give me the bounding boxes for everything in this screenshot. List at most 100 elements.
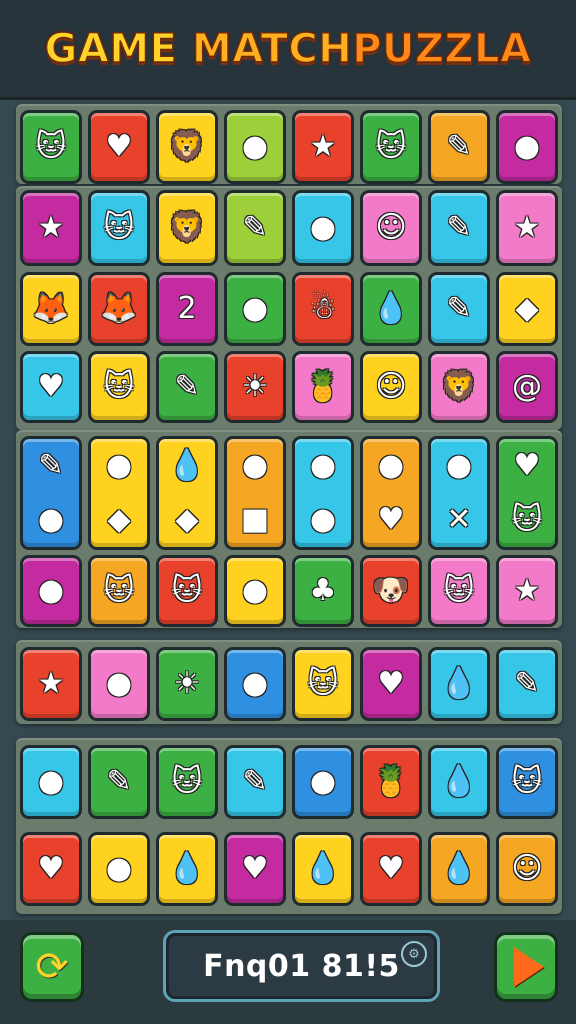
star-face-icon: ★ (513, 573, 541, 608)
game-tile[interactable]: 💧 (292, 832, 354, 906)
game-tile[interactable]: ✎ (224, 745, 286, 819)
game-tile[interactable]: ♥ (20, 832, 82, 906)
game-tile[interactable]: ● (88, 647, 150, 721)
cat-face-icon: 🐱 (35, 129, 67, 164)
game-tile[interactable]: 🐱 (20, 110, 82, 184)
game-tile[interactable]: ● ■ (224, 436, 286, 550)
game-tile[interactable]: ☺ (360, 351, 422, 423)
game-tile[interactable]: ☺ (360, 190, 422, 266)
game-tile[interactable]: 💧 (428, 745, 490, 819)
game-tile[interactable]: ● (88, 832, 150, 906)
lollipop-and-cube-icon-secondary: ■ (240, 502, 270, 537)
game-tile[interactable]: 💧 (428, 647, 490, 721)
game-tile[interactable]: ☀ (156, 647, 218, 721)
game-tile[interactable]: 🐱 (88, 555, 150, 627)
game-tile[interactable]: 🦁 (428, 351, 490, 423)
face-with-hat-icon: ☺ (375, 210, 407, 245)
game-tile[interactable]: ● (292, 190, 354, 266)
star-face-icon: ★ (309, 129, 337, 164)
blue-blob-icon: ● (105, 666, 133, 701)
game-tile[interactable]: ★ (496, 190, 558, 266)
game-tile[interactable]: ● (224, 110, 286, 184)
pink-cat-icon: 🐱 (171, 764, 203, 799)
game-tile[interactable]: ● (20, 745, 82, 819)
game-tile[interactable]: ● (20, 555, 82, 627)
game-tile[interactable]: ● ● (292, 436, 354, 550)
game-tile[interactable]: ✎ ● (20, 436, 82, 550)
game-tile[interactable]: ♥ (224, 832, 286, 906)
lollipop-and-heart-icon-secondary: ♥ (377, 502, 405, 537)
game-tile[interactable]: ☀ (224, 351, 286, 423)
pencil-icon: ✎ (446, 210, 472, 245)
game-tile[interactable]: ☃ (292, 272, 354, 346)
settings-icon[interactable]: ⚙ (401, 941, 427, 967)
game-footer: ⟳ Fnq01 81!5 ⚙ (0, 920, 576, 1024)
game-tile[interactable]: 🦊 (20, 272, 82, 346)
game-tile[interactable]: 🐱 (156, 745, 218, 819)
game-tile[interactable]: ● (292, 745, 354, 819)
game-tile[interactable]: 🦊 (88, 272, 150, 346)
game-tile[interactable]: 💧 ◆ (156, 436, 218, 550)
next-button[interactable] (494, 932, 558, 1002)
green-blob-icon: ● (241, 129, 269, 164)
score-display: Fnq01 81!5 ⚙ (163, 930, 440, 1002)
game-tile[interactable]: ★ (292, 110, 354, 184)
game-tile[interactable]: 🦁 (156, 190, 218, 266)
game-tile[interactable]: 🐱 (292, 647, 354, 721)
game-tile[interactable]: ✎ (156, 351, 218, 423)
game-tile[interactable]: ✎ (88, 745, 150, 819)
game-tile[interactable]: ✎ (224, 190, 286, 266)
game-tile[interactable]: ☺ (496, 832, 558, 906)
game-tile[interactable]: 🐱 (88, 190, 150, 266)
game-tile[interactable]: ● (224, 555, 286, 627)
cat-face-icon: 🐱 (511, 764, 543, 799)
game-tile[interactable]: ● ◆ (88, 436, 150, 550)
game-tile[interactable]: ★ (20, 647, 82, 721)
game-tile[interactable]: ★ (496, 555, 558, 627)
drop-face-icon: 💧 (304, 851, 342, 886)
game-tile[interactable]: 🐶 (360, 555, 422, 627)
game-tile[interactable]: 🦁 (156, 110, 218, 184)
game-tile[interactable]: 🍍 (292, 351, 354, 423)
refresh-button[interactable]: ⟳ (20, 932, 84, 1002)
drop-face-icon: 💧 (168, 851, 206, 886)
game-tile[interactable]: 2 (156, 272, 218, 346)
fox-face-icon: 🦊 (32, 291, 70, 326)
game-tile[interactable]: ● (224, 647, 286, 721)
lion-face-icon: 🦁 (168, 129, 206, 164)
game-tile[interactable]: 💧 (156, 832, 218, 906)
game-tile[interactable]: ♥ (88, 110, 150, 184)
game-tile[interactable]: ● ♥ (360, 436, 422, 550)
game-tile[interactable]: ★ (20, 190, 82, 266)
game-tile[interactable]: ♥ 🐱 (496, 436, 558, 550)
game-tile[interactable]: 🐱 (156, 555, 218, 627)
game-tile[interactable]: ♥ (360, 832, 422, 906)
game-tile[interactable]: 💧 (360, 272, 422, 346)
pineapple-icon: 🍍 (372, 764, 410, 799)
game-tile[interactable]: ● (224, 272, 286, 346)
game-tile[interactable]: ♣ (292, 555, 354, 627)
game-tile[interactable]: ◆ (496, 272, 558, 346)
game-tile[interactable]: ✎ (428, 272, 490, 346)
game-tile[interactable]: 🐱 (428, 555, 490, 627)
title-word-match: MATCH (191, 25, 353, 73)
game-tile[interactable]: ✎ (496, 647, 558, 721)
snowman-icon: ☃ (309, 291, 337, 326)
game-header: GAME MATCHPUZZLA (0, 0, 576, 100)
play-arrow-icon (514, 947, 544, 987)
game-tile[interactable]: 🐱 (496, 745, 558, 819)
game-tile[interactable]: @ (496, 351, 558, 423)
cat-face-icon: 🐱 (307, 666, 339, 701)
game-tile[interactable]: ✎ (428, 110, 490, 184)
game-tile[interactable]: 🍍 (360, 745, 422, 819)
game-tile[interactable]: 🐱 (360, 110, 422, 184)
game-tile[interactable]: ♥ (20, 351, 82, 423)
game-tile[interactable]: ● (496, 110, 558, 184)
game-tile[interactable]: 💧 (428, 832, 490, 906)
game-tile[interactable]: 🐱 (88, 351, 150, 423)
game-tile[interactable]: ♥ (360, 647, 422, 721)
game-tile[interactable]: ● ✕ (428, 436, 490, 550)
game-tile[interactable]: ✎ (428, 190, 490, 266)
drop-and-gem-icon: 💧 (168, 448, 206, 483)
face-with-hat-icon: ☺ (375, 369, 407, 404)
